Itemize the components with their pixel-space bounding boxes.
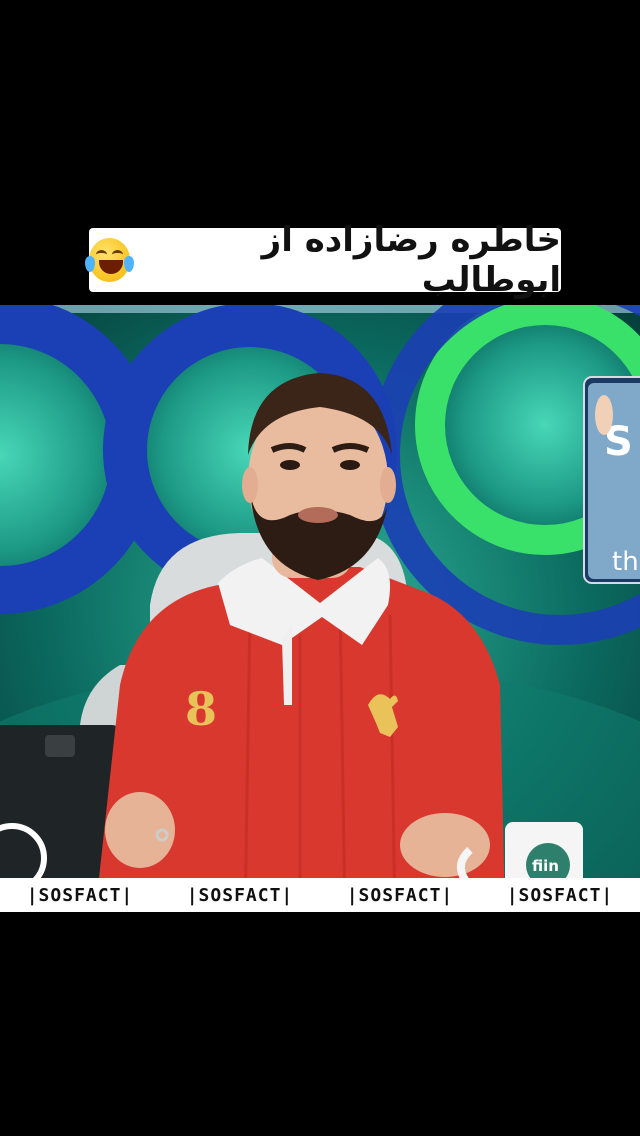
ear-left	[242, 467, 258, 503]
studio-scene: S th 8 fiin	[0, 305, 640, 910]
watermark-item: |SOSFACT|	[506, 884, 614, 906]
ear-right	[380, 467, 396, 503]
mug-text: fiin	[532, 857, 559, 875]
eye-left	[280, 460, 300, 470]
caption-banner: خاطره رضازاده از ابوطالب	[85, 220, 561, 300]
eye-right	[340, 460, 360, 470]
side-screen-text2: th	[612, 547, 639, 577]
jersey-number: 8	[185, 682, 217, 736]
watermark-item: |SOSFACT|	[26, 884, 134, 906]
mouth	[298, 507, 338, 523]
watermark-ticker: |SOSFACT| |SOSFACT| |SOSFACT| |SOSFACT|	[0, 878, 640, 912]
watermark-item: |SOSFACT|	[186, 884, 294, 906]
face-with-tears-of-joy-icon	[85, 238, 135, 282]
side-monitor: S th	[583, 376, 640, 584]
watermark-item: |SOSFACT|	[346, 884, 454, 906]
caption-text: خاطره رضازاده از ابوطالب	[261, 220, 561, 300]
video-frame: S th 8 fiin	[0, 305, 640, 910]
hand-right	[400, 813, 490, 877]
